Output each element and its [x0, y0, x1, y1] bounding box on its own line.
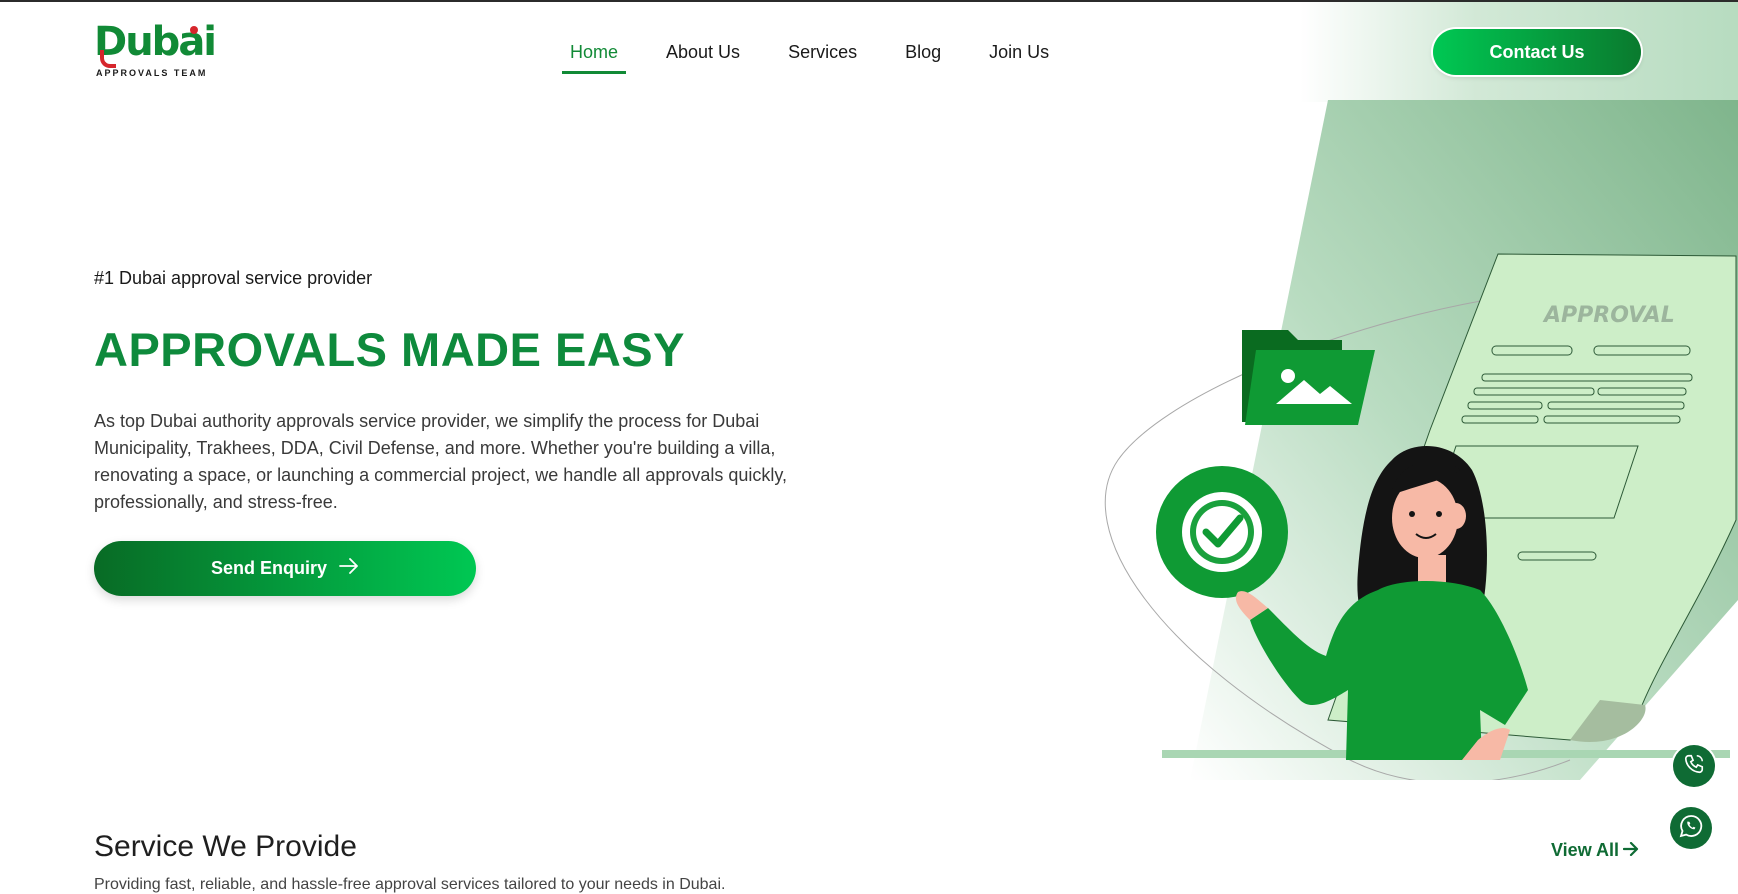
hero-illustration-svg: APPROVAL — [1104, 100, 1738, 784]
phone-call-button[interactable] — [1673, 745, 1715, 787]
arrow-right-icon — [339, 557, 359, 580]
doc-label: APPROVAL — [1542, 303, 1675, 328]
hero-eyebrow: #1 Dubai approval service provider — [94, 268, 373, 288]
hero-title: APPROVALS MADE EASY — [94, 323, 685, 376]
services-title: Service We Provide — [94, 830, 357, 863]
nav-item-home[interactable]: Home — [562, 40, 627, 74]
logo-dot — [190, 26, 198, 34]
nav-item-about-us[interactable]: About Us — [658, 40, 748, 74]
logo-tagline: APPROVALS TEAM — [96, 68, 208, 78]
send-enquiry-button[interactable]: Send Enquiry — [94, 541, 476, 596]
logo-swoosh — [100, 50, 116, 68]
send-enquiry-label: Send Enquiry — [210, 558, 327, 578]
view-all-label: View All — [1551, 840, 1620, 860]
services-subtitle: Providing fast, reliable, and hassle-fre… — [94, 876, 726, 893]
whatsapp-icon — [1679, 814, 1703, 843]
phone-icon — [1683, 753, 1705, 780]
nav-item-blog[interactable]: Blog — [897, 40, 949, 74]
nav-item-join-us[interactable]: Join Us — [981, 40, 1057, 74]
nav-item-services[interactable]: Services — [780, 40, 865, 74]
main-nav: Home About Us Services Blog Join Us — [562, 40, 1089, 74]
whatsapp-button[interactable] — [1670, 807, 1712, 849]
hero-description: As top Dubai authority approvals service… — [94, 411, 788, 512]
view-all-link[interactable]: View All — [1551, 840, 1639, 861]
contact-us-button[interactable]: Contact Us — [1433, 29, 1641, 75]
arrow-right-icon — [1622, 840, 1639, 861]
check-badge-illustration — [1156, 466, 1288, 598]
hero-illustration: APPROVAL — [1100, 100, 1738, 784]
site-logo[interactable]: Dubai APPROVALS TEAM — [94, 20, 217, 78]
